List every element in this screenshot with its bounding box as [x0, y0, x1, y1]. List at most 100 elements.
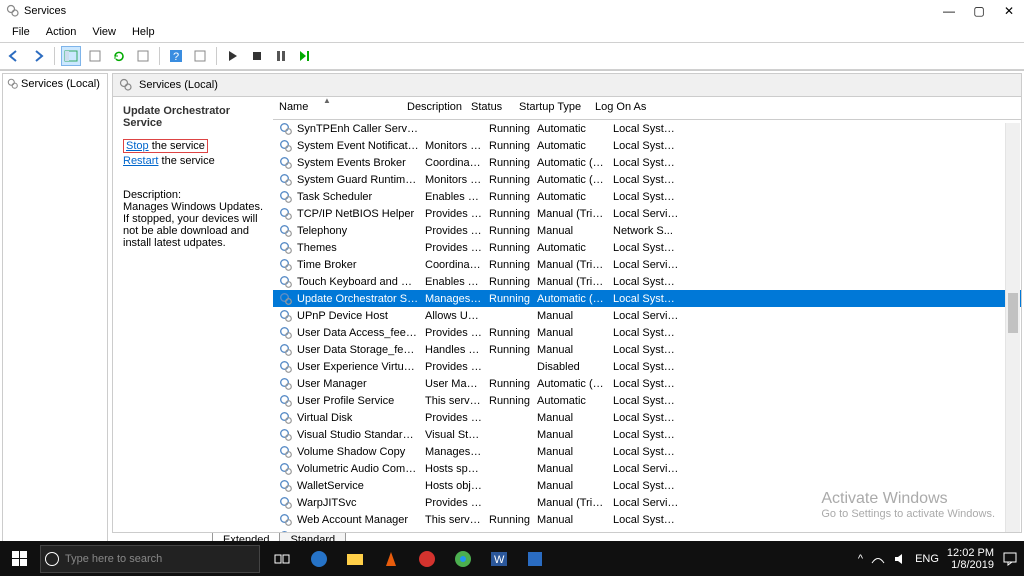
back-button[interactable] — [4, 46, 24, 66]
taskbar-app-word[interactable]: W — [482, 541, 516, 576]
restart-service-link[interactable]: Restart — [123, 155, 158, 167]
service-row[interactable]: System Event Notification S...Monitors s… — [273, 137, 1021, 154]
service-row[interactable]: Volumetric Audio Composit...Hosts spatia… — [273, 460, 1021, 477]
cell-status: Running — [489, 259, 537, 271]
cell-name: System Guard Runtime Mo... — [297, 174, 425, 186]
cell-description: Hosts spatia... — [425, 463, 489, 475]
menu-file[interactable]: File — [4, 24, 38, 40]
services-app-icon — [6, 4, 20, 18]
service-row[interactable]: TelephonyProvides Tel...RunningManualNet… — [273, 222, 1021, 239]
maximize-button[interactable]: ▢ — [964, 0, 994, 22]
cell-name: SynTPEnh Caller Service — [297, 123, 425, 135]
taskbar-app-vlc[interactable] — [374, 541, 408, 576]
description-label: Description: — [123, 189, 263, 201]
separator — [216, 47, 217, 65]
services-grid: ▲ Name Description Status Startup Type L… — [273, 97, 1021, 532]
start-button[interactable] — [0, 541, 40, 576]
content-pane: Services (Local) Update Orchestrator Ser… — [112, 73, 1022, 548]
stop-service-link[interactable]: Stop — [126, 140, 149, 152]
taskbar-app-edge[interactable] — [302, 541, 336, 576]
show-hide-tree-button[interactable] — [61, 46, 81, 66]
service-row[interactable]: Time BrokerCoordinates...RunningManual (… — [273, 256, 1021, 273]
service-row[interactable]: User Data Access_fee91aProvides ap...Run… — [273, 324, 1021, 341]
selected-service-name: Update Orchestrator Service — [123, 105, 263, 129]
taskbar-app-services[interactable] — [518, 541, 552, 576]
toolbar-button[interactable] — [190, 46, 210, 66]
help-button[interactable]: ? — [166, 46, 186, 66]
col-status[interactable]: Status — [471, 101, 519, 113]
tray-chevron-icon[interactable]: ^ — [858, 553, 863, 565]
taskbar-search[interactable]: Type here to search — [40, 545, 260, 573]
separator — [54, 47, 55, 65]
start-service-button[interactable] — [223, 46, 243, 66]
tree-item-services-local[interactable]: Services (Local) — [3, 76, 107, 92]
col-description[interactable]: Description — [407, 101, 471, 113]
service-row[interactable]: Volume Shadow CopyManages an...ManualLoc… — [273, 443, 1021, 460]
taskbar-app-opera[interactable] — [410, 541, 444, 576]
cell-startup: Manual — [537, 480, 613, 492]
cell-description: Enables a us... — [425, 191, 489, 203]
window-title: Services — [24, 5, 934, 17]
properties-button[interactable] — [133, 46, 153, 66]
col-name[interactable]: Name — [279, 101, 407, 113]
action-center-icon[interactable] — [1002, 551, 1018, 567]
service-row[interactable]: TCP/IP NetBIOS HelperProvides su...Runni… — [273, 205, 1021, 222]
cell-startup: Automatic (D... — [537, 174, 613, 186]
taskbar-clock[interactable]: 12:02 PM 1/8/2019 — [947, 547, 994, 571]
refresh-button[interactable] — [109, 46, 129, 66]
service-row[interactable]: WarpJITSvcProvides a JI...Manual (Trig..… — [273, 494, 1021, 511]
language-indicator[interactable]: ENG — [915, 553, 939, 565]
taskbar-app-explorer[interactable] — [338, 541, 372, 576]
network-icon[interactable] — [871, 552, 885, 566]
service-row[interactable]: Visual Studio Standard Coll...Visual Stu… — [273, 426, 1021, 443]
cell-description: Handles sto... — [425, 344, 489, 356]
cell-status: Running — [489, 174, 537, 186]
system-tray: ^ ENG 12:02 PM 1/8/2019 — [858, 547, 1024, 571]
service-row[interactable]: WalletServiceHosts objec...ManualLocal S… — [273, 477, 1021, 494]
cell-status: Running — [489, 208, 537, 220]
forward-button[interactable] — [28, 46, 48, 66]
service-row[interactable]: System Guard Runtime Mo...Monitors an...… — [273, 171, 1021, 188]
cell-description: Visual Studi... — [425, 429, 489, 441]
volume-icon[interactable] — [893, 552, 907, 566]
minimize-button[interactable]: — — [934, 0, 964, 22]
stop-service-button[interactable] — [247, 46, 267, 66]
cell-status: Running — [489, 157, 537, 169]
scrollbar-thumb[interactable] — [1008, 293, 1018, 333]
service-row[interactable]: Task SchedulerEnables a us...RunningAuto… — [273, 188, 1021, 205]
task-view-button[interactable] — [266, 541, 300, 576]
cell-name: Volume Shadow Copy — [297, 446, 425, 458]
service-row[interactable]: Touch Keyboard and Hand...Enables Tou...… — [273, 273, 1021, 290]
pause-service-button[interactable] — [271, 46, 291, 66]
service-row[interactable]: Update Orchestrator ServiceManages W...R… — [273, 290, 1021, 307]
menu-help[interactable]: Help — [124, 24, 163, 40]
service-row[interactable]: WebClientEnables Win...Manual (Trig...Lo… — [273, 528, 1021, 532]
cell-description: This service ... — [425, 514, 489, 526]
close-button[interactable]: ✕ — [994, 0, 1024, 22]
menu-action[interactable]: Action — [38, 24, 85, 40]
service-row[interactable]: UPnP Device HostAllows UPn...ManualLocal… — [273, 307, 1021, 324]
service-row[interactable]: System Events BrokerCoordinates...Runnin… — [273, 154, 1021, 171]
menu-view[interactable]: View — [84, 24, 124, 40]
cell-logon: Local Syste... — [613, 123, 685, 135]
col-startup-type[interactable]: Startup Type — [519, 101, 595, 113]
cell-description: Manages W... — [425, 293, 489, 305]
scrollbar[interactable] — [1005, 123, 1020, 532]
service-row[interactable]: User Data Storage_fee91aHandles sto...Ru… — [273, 341, 1021, 358]
service-row[interactable]: User ManagerUser Manag...RunningAutomati… — [273, 375, 1021, 392]
toolbar: ? — [0, 42, 1024, 70]
svg-text:?: ? — [173, 51, 179, 63]
service-row[interactable]: Web Account ManagerThis service ...Runni… — [273, 511, 1021, 528]
cell-description: Manages an... — [425, 446, 489, 458]
service-row[interactable]: Virtual DiskProvides m...ManualLocal Sys… — [273, 409, 1021, 426]
menubar: File Action View Help — [0, 22, 1024, 42]
service-row[interactable]: User Profile ServiceThis service ...Runn… — [273, 392, 1021, 409]
taskbar-app-chrome[interactable] — [446, 541, 480, 576]
service-row[interactable]: User Experience Virtualizatio...Provides… — [273, 358, 1021, 375]
cell-logon: Local Syste... — [613, 446, 685, 458]
restart-service-button[interactable] — [295, 46, 315, 66]
col-log-on-as[interactable]: Log On As — [595, 101, 667, 113]
export-list-button[interactable] — [85, 46, 105, 66]
service-row[interactable]: ThemesProvides us...RunningAutomaticLoca… — [273, 239, 1021, 256]
service-row[interactable]: SynTPEnh Caller ServiceRunningAutomaticL… — [273, 120, 1021, 137]
